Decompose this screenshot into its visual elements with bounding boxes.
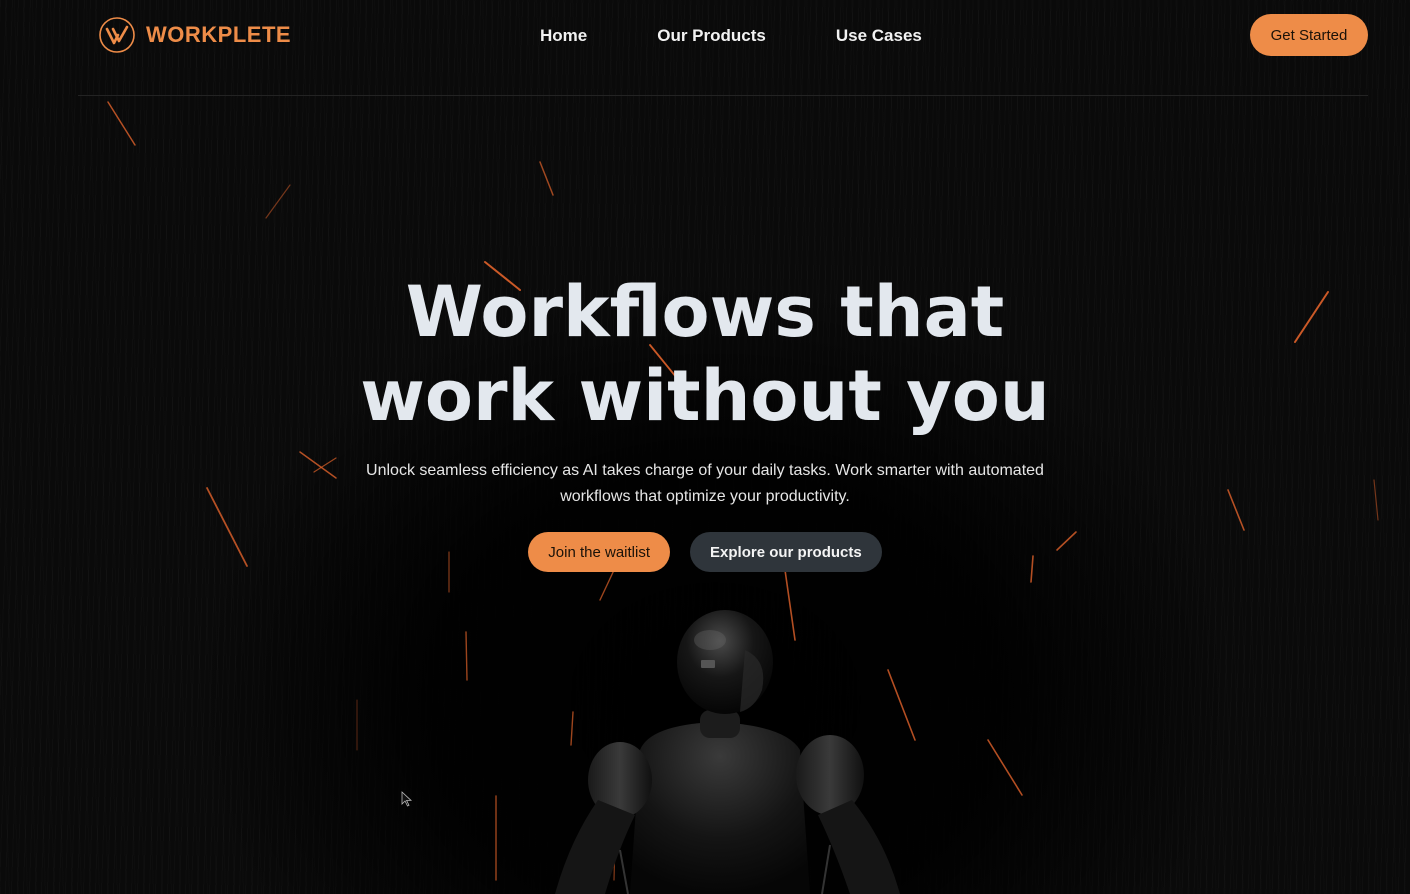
- site-header: WORKPLETE Home Our Products Use Cases Ge…: [78, 0, 1368, 96]
- explore-products-button[interactable]: Explore our products: [690, 532, 882, 572]
- brand-logo[interactable]: WORKPLETE: [98, 16, 291, 54]
- hero-section: Workflows that work without you Unlock s…: [0, 270, 1410, 572]
- hero-title: Workflows that work without you: [325, 270, 1085, 438]
- hero-cta-row: Join the waitlist Explore our products: [0, 532, 1410, 572]
- nav-link-our-products[interactable]: Our Products: [657, 24, 766, 48]
- hero-title-line-1: Workflows that: [405, 271, 1005, 353]
- nav-link-home[interactable]: Home: [540, 24, 587, 48]
- mouse-cursor-icon: [401, 791, 413, 807]
- brand-name: WORKPLETE: [146, 22, 292, 47]
- join-waitlist-button[interactable]: Join the waitlist: [528, 532, 671, 572]
- nav-link-use-cases[interactable]: Use Cases: [836, 24, 922, 48]
- get-started-button[interactable]: Get Started: [1250, 14, 1368, 56]
- main-nav: Home Our Products Use Cases: [540, 24, 922, 48]
- workplete-logo-icon: [99, 17, 135, 53]
- hero-subtitle: Unlock seamless efficiency as AI takes c…: [366, 462, 1044, 505]
- hero-title-line-2: work without you: [360, 355, 1050, 437]
- landing-page: WORKPLETE Home Our Products Use Cases Ge…: [0, 0, 1410, 894]
- robot-illustration: [555, 610, 900, 894]
